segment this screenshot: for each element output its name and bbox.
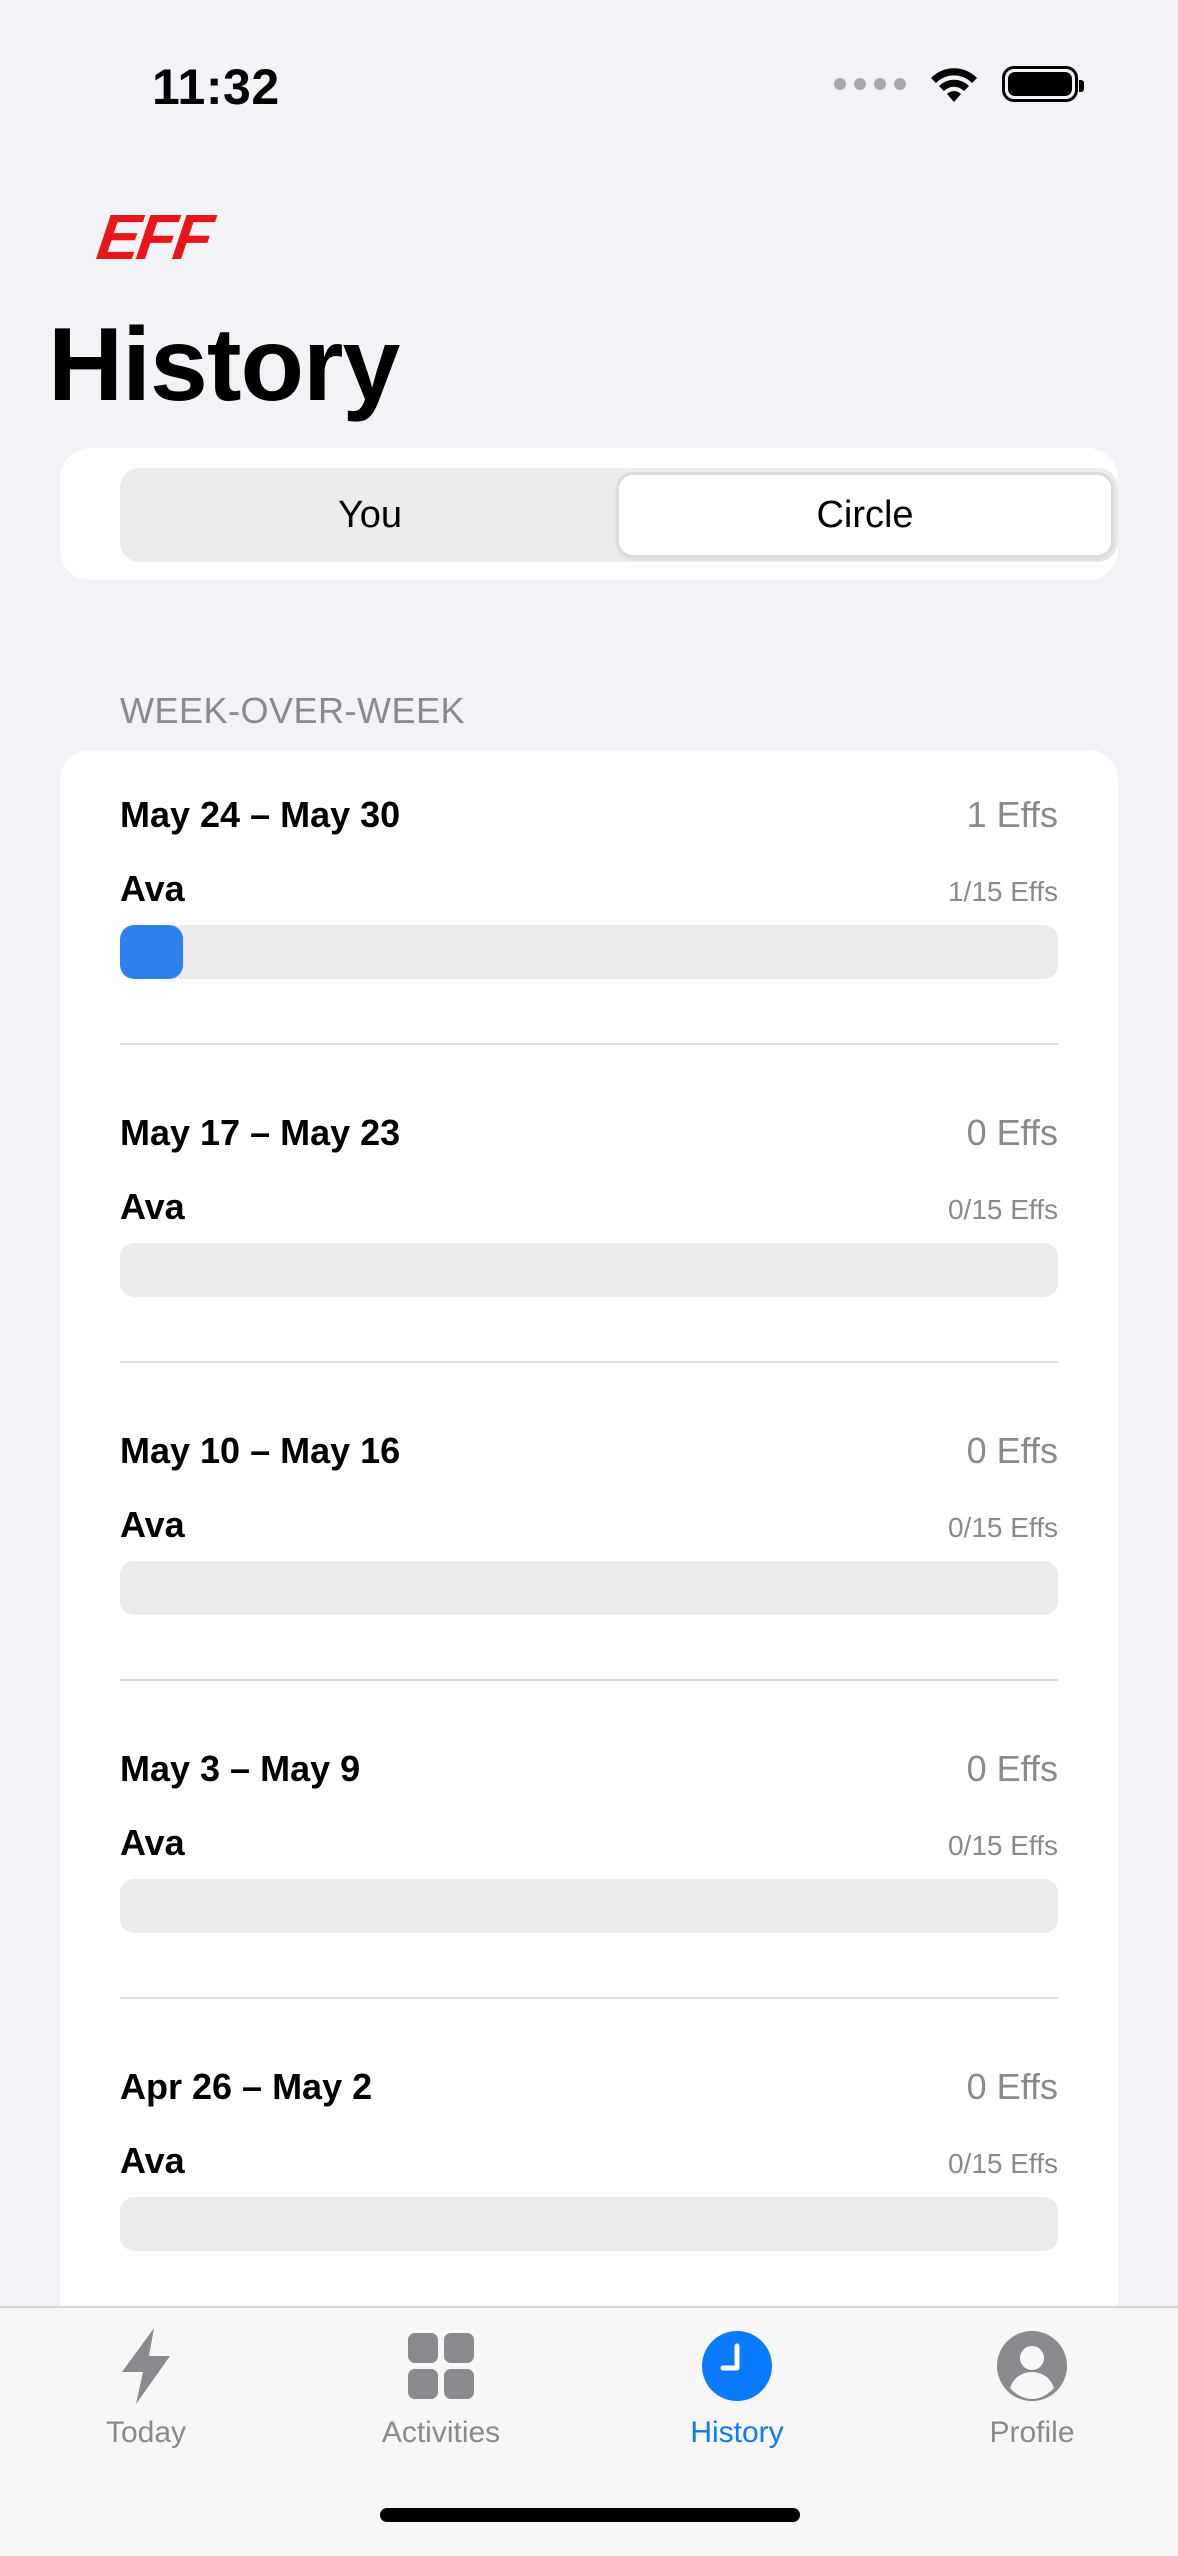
week-item[interactable]: Apr 26 – May 2 0 Effs Ava 0/15 Effs	[120, 2022, 1058, 2340]
progress-track	[120, 925, 1058, 979]
member-count: 0/15 Effs	[947, 2148, 1058, 2179]
week-item[interactable]: May 10 – May 16 0 Effs Ava 0/15 Effs	[120, 1386, 1058, 1704]
divider	[120, 1361, 1058, 1363]
tab-label: Profile	[989, 2416, 1075, 2449]
cellular-signal-icon	[834, 78, 906, 90]
member-name: Ava	[120, 868, 185, 909]
member-name: Ava	[120, 1504, 185, 1545]
tab-profile[interactable]: Profile	[932, 2326, 1132, 2466]
wifi-icon	[931, 68, 977, 102]
page-title: History	[48, 307, 400, 423]
week-total: 1 Effs	[966, 794, 1058, 835]
progress-track	[120, 1879, 1058, 1933]
member-name: Ava	[120, 1822, 185, 1863]
tab-label: Activities	[381, 2416, 501, 2449]
member-count: 0/15 Effs	[947, 1512, 1058, 1543]
divider	[120, 1679, 1058, 1681]
tab-label: Today	[105, 2416, 187, 2449]
tab-activities[interactable]: Activities	[341, 2326, 541, 2466]
app-logo: EFF	[92, 201, 215, 273]
member-count: 0/15 Effs	[947, 1830, 1058, 1861]
member-count: 0/15 Effs	[947, 1194, 1058, 1225]
person-icon	[992, 2326, 1072, 2406]
divider	[120, 1043, 1058, 1045]
tab-today[interactable]: Today	[46, 2326, 246, 2466]
segment-circle[interactable]: Circle	[616, 472, 1114, 558]
tab-label: History	[690, 2416, 784, 2449]
week-range: May 3 – May 9	[120, 1748, 361, 1789]
week-range: May 10 – May 16	[120, 1430, 401, 1471]
week-total: 0 Effs	[966, 1748, 1058, 1789]
week-item[interactable]: May 24 – May 30 1 Effs Ava 1/15 Effs	[120, 750, 1058, 1068]
status-indicators	[834, 64, 1084, 104]
bolt-icon	[106, 2326, 186, 2406]
progress-fill	[120, 925, 183, 979]
week-total: 0 Effs	[966, 2066, 1058, 2107]
status-time: 11:32	[152, 59, 280, 115]
week-total: 0 Effs	[966, 1430, 1058, 1471]
member-name: Ava	[120, 1186, 185, 1227]
segment-card: You Circle	[60, 448, 1118, 580]
member-name: Ava	[120, 2140, 185, 2181]
week-list: May 24 – May 30 1 Effs Ava 1/15 Effs May…	[60, 750, 1118, 2556]
progress-track	[120, 1243, 1058, 1297]
section-header: WEEK-OVER-WEEK	[120, 690, 466, 731]
segmented-control: You Circle	[120, 468, 1118, 562]
week-range: May 17 – May 23	[120, 1112, 401, 1153]
member-count: 1/15 Effs	[947, 876, 1058, 907]
clock-icon	[697, 2326, 777, 2406]
tab-history[interactable]: History	[637, 2326, 837, 2466]
week-range: Apr 26 – May 2	[120, 2066, 373, 2107]
week-item[interactable]: May 17 – May 23 0 Effs Ava 0/15 Effs	[120, 1068, 1058, 1386]
week-range: May 24 – May 30	[120, 794, 401, 835]
progress-track	[120, 2197, 1058, 2251]
grid-icon	[401, 2326, 481, 2406]
week-total: 0 Effs	[966, 1112, 1058, 1153]
segment-you[interactable]: You	[124, 472, 616, 558]
home-indicator[interactable]	[380, 2508, 800, 2522]
progress-track	[120, 1561, 1058, 1615]
divider	[120, 1997, 1058, 1999]
week-item[interactable]: May 3 – May 9 0 Effs Ava 0/15 Effs	[120, 1704, 1058, 2022]
battery-icon	[1002, 66, 1084, 102]
